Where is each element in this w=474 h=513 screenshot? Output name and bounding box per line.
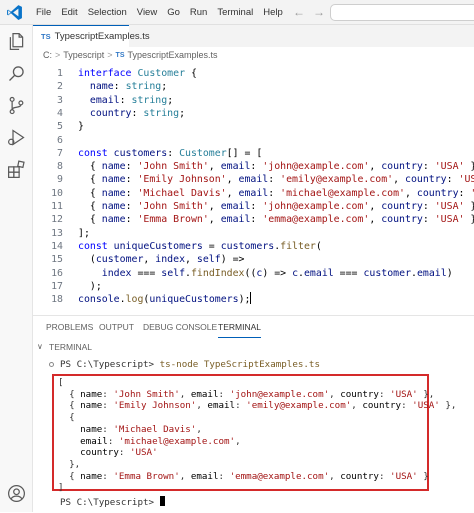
tab-debug-console[interactable]: DEBUG CONSOLE (143, 316, 217, 338)
terminal-section-header[interactable]: ∨ TERMINAL (33, 340, 474, 354)
terminal-command-line: PS C:\Typescript> ts-node TypeScriptExam… (60, 359, 320, 370)
tab-problems[interactable]: PROBLEMS (46, 316, 93, 338)
terminal-output-line: email: 'michael@example.com', (80, 435, 241, 447)
typescript-file-icon: TS (41, 32, 51, 41)
terminal-output-line: { (58, 412, 75, 424)
terminal-output-line: }, (58, 458, 81, 470)
extensions-icon[interactable] (6, 159, 27, 180)
menu-view[interactable]: View (132, 0, 162, 25)
command-center-search[interactable] (330, 4, 474, 21)
typescript-file-icon: TS (115, 51, 125, 59)
code-editor[interactable]: 1 interface Customer {2 name: string; 3 em… (33, 63, 474, 315)
terminal-output-line: ] (58, 482, 64, 494)
code-line[interactable]: 18 console.log(uniqueCustomers); (33, 292, 474, 307)
editor-tab-bar: TS TypescriptExamples.ts (33, 25, 474, 47)
menu-selection[interactable]: Selection (83, 0, 132, 25)
tab-output[interactable]: OUTPUT (99, 316, 134, 338)
tab-terminal[interactable]: TERMINAL (218, 316, 261, 338)
source-control-icon[interactable] (6, 95, 27, 116)
tab-typescriptexamples[interactable]: TS TypescriptExamples.ts (33, 25, 150, 47)
activity-bar (0, 25, 33, 512)
breadcrumb-separator: > (55, 50, 61, 60)
text-cursor (250, 292, 252, 305)
run-debug-icon[interactable] (6, 127, 27, 148)
account-icon[interactable] (6, 483, 27, 504)
terminal-output-line: country: 'USA' (80, 447, 158, 459)
terminal-section-label: TERMINAL (49, 342, 92, 352)
forward-arrow-icon[interactable]: → (311, 4, 327, 20)
command-status-dot-icon (49, 362, 54, 367)
breadcrumb-separator: > (107, 50, 113, 60)
explorer-icon[interactable] (6, 31, 27, 52)
vscode-logo-icon[interactable] (6, 4, 23, 21)
menu-terminal[interactable]: Terminal (212, 0, 258, 25)
breadcrumb-folder[interactable]: Typescript (63, 50, 104, 60)
terminal-prompt-line: PS C:\Typescript> (60, 496, 165, 508)
panel-tab-bar: PROBLEMS OUTPUT DEBUG CONSOLE TERMINAL (33, 316, 474, 338)
menu-go[interactable]: Go (162, 0, 185, 25)
terminal-output-line: { name: 'Emily Johnson', email: 'emily@e… (58, 400, 457, 412)
breadcrumb-file[interactable]: TypescriptExamples.ts (128, 50, 218, 60)
terminal-output-line: { name: 'John Smith', email: 'john@examp… (58, 388, 435, 400)
menu-file[interactable]: File (31, 0, 56, 25)
search-icon[interactable] (6, 63, 27, 84)
terminal-output[interactable]: PS C:\Typescript> ts-node TypeScriptExam… (33, 359, 474, 513)
breadcrumb: C: > Typescript > TS TypescriptExamples.… (33, 47, 474, 63)
title-bar: File Edit Selection View Go Run Terminal… (0, 0, 474, 25)
menu-edit[interactable]: Edit (56, 0, 82, 25)
menu-help[interactable]: Help (258, 0, 288, 25)
breadcrumb-drive[interactable]: C: (43, 50, 52, 60)
menu-bar: File Edit Selection View Go Run Terminal… (31, 0, 288, 25)
terminal-cursor (159, 496, 165, 506)
line-number: 18 (51, 294, 63, 306)
tab-label: TypescriptExamples.ts (54, 31, 150, 42)
terminal-output-line: [ (58, 377, 64, 388)
bottom-panel: PROBLEMS OUTPUT DEBUG CONSOLE TERMINAL ∨… (33, 315, 474, 512)
terminal-output-line: name: 'Michael Davis', (80, 423, 202, 435)
chevron-down-icon[interactable]: ∨ (37, 340, 43, 354)
menu-run[interactable]: Run (185, 0, 212, 25)
code-text: console.log(uniqueCustomers); (78, 292, 252, 306)
terminal-output-line: { name: 'Emma Brown', email: 'emma@examp… (58, 470, 429, 482)
back-arrow-icon[interactable]: ← (291, 4, 307, 20)
